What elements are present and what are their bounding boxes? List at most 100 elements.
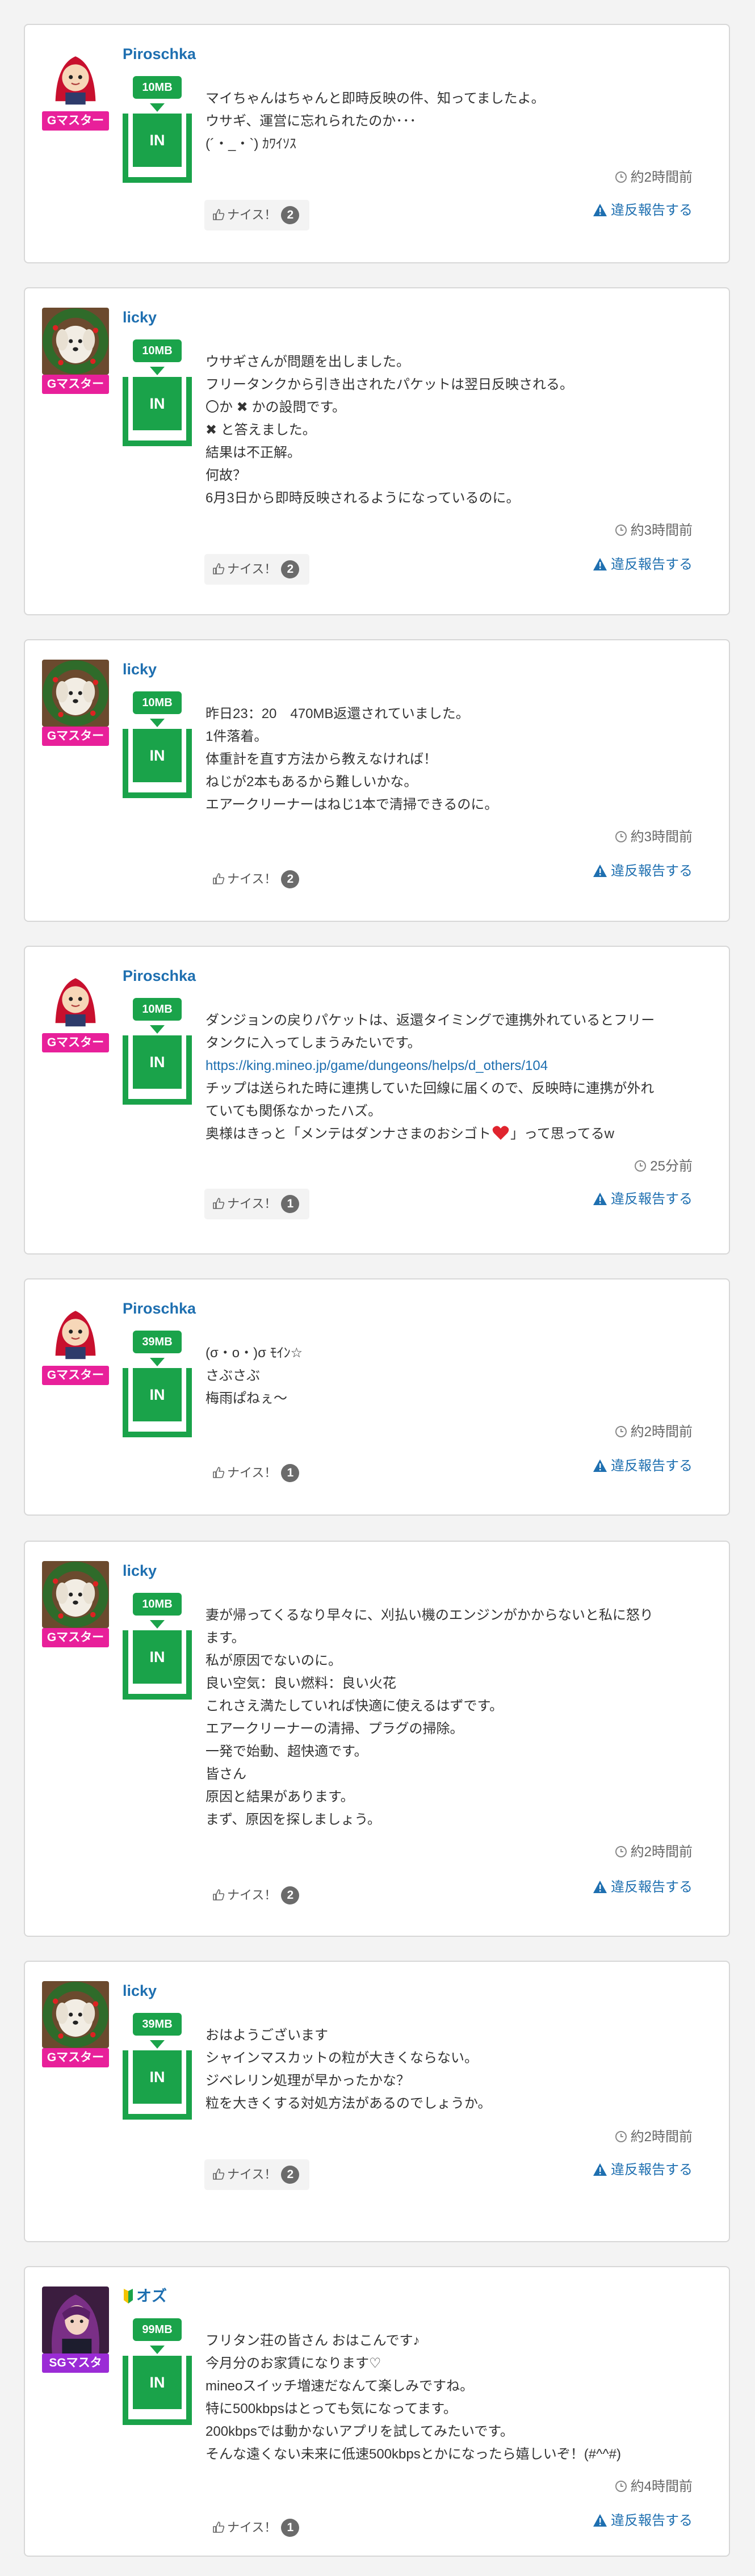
thumbs-up-icon <box>213 873 225 884</box>
comment-card: Gマスター licky 10MB IN ウサギさんが問題を出しました。 フリータ… <box>24 287 730 615</box>
nice-button[interactable]: ナイス！ 1 <box>204 1458 309 1488</box>
warning-icon <box>593 1881 607 1893</box>
nice-button[interactable]: ナイス！ 2 <box>204 864 309 895</box>
post-timestamp: 約2時間前 <box>615 1840 693 1860</box>
comment-line: フリタン荘の皆さん おはこんです♪ <box>205 2333 420 2348</box>
dog-avatar-image <box>42 308 109 375</box>
report-violation-link[interactable]: 違反報告する <box>593 1188 693 1207</box>
nice-button[interactable]: ナイス！ 1 <box>204 2512 309 2543</box>
in-label: IN <box>133 2050 182 2104</box>
in-label: IN <box>133 377 182 430</box>
comment-line: 原因と結果があります。 <box>205 1789 354 1805</box>
user-name[interactable]: licky <box>123 1561 157 1580</box>
packet-in-icon: IN <box>123 729 192 798</box>
nice-label: ナイス！ <box>227 562 277 576</box>
nice-button[interactable]: ナイス！ 2 <box>204 1880 309 1911</box>
nice-count-badge: 2 <box>281 1886 300 1904</box>
report-violation-link[interactable]: 違反報告する <box>593 859 693 879</box>
rank-badge: SGマスタ <box>42 2353 109 2373</box>
post-timestamp: 約2時間前 <box>615 2125 693 2145</box>
comment-line: さぶさぶ <box>205 1368 260 1383</box>
avatar[interactable] <box>42 1299 109 1366</box>
comment-line: 〇か ✖ かの設問です。 <box>205 400 346 415</box>
nice-count-badge: 1 <box>281 1464 300 1482</box>
user-name[interactable]: licky <box>123 1981 157 2000</box>
down-arrow-icon <box>150 2040 165 2049</box>
user-name[interactable]: licky <box>123 660 157 679</box>
packet-in-icon: IN <box>123 2050 192 2120</box>
nice-label: ナイス！ <box>227 2520 277 2535</box>
dungeon-help-link[interactable]: https://king.mineo.jp/game/dungeons/help… <box>205 1055 705 1077</box>
user-name[interactable]: オズ <box>123 2286 167 2306</box>
user-name[interactable]: licky <box>123 308 157 327</box>
comment-line: 梅雨ぱねぇ〜 <box>205 1391 287 1406</box>
timestamp-text: 約2時間前 <box>630 2129 693 2145</box>
in-label: IN <box>133 1630 182 1684</box>
user-name[interactable]: Piroschka <box>123 1299 196 1318</box>
clock-icon <box>615 1846 627 1857</box>
report-label: 違反報告する <box>611 1879 693 1895</box>
comment-line: 良い空気：良い燃料：良い火花 <box>205 1676 396 1691</box>
timestamp-text: 約2時間前 <box>630 1844 693 1860</box>
post-timestamp: 25分前 <box>634 1155 693 1174</box>
warning-icon <box>593 204 607 216</box>
comment-line: おはようございます <box>205 2028 328 2043</box>
clock-icon <box>615 831 627 842</box>
report-violation-link[interactable]: 違反報告する <box>593 1876 693 1895</box>
nice-label: ナイス！ <box>227 1197 277 1211</box>
packet-amount-badge: 99MB <box>133 2318 182 2341</box>
nice-count-badge: 2 <box>281 2166 300 2184</box>
warning-icon <box>593 1193 607 1205</box>
comment-line: 200kbpsでは動かないアプリを試してみたいです。 <box>205 2424 514 2439</box>
report-violation-link[interactable]: 違反報告する <box>593 199 693 219</box>
rank-badge: Gマスター <box>42 1366 109 1385</box>
avatar[interactable] <box>42 966 109 1033</box>
comment-line: タンクに入ってしまうみたいです。 <box>205 1035 421 1051</box>
user-name[interactable]: Piroschka <box>123 44 196 64</box>
comment-line: 体重計を直す方法から教えなければ！ <box>205 752 437 767</box>
report-label: 違反報告する <box>611 2513 693 2528</box>
avatar[interactable] <box>42 1981 109 2048</box>
down-arrow-icon <box>150 2346 165 2354</box>
nice-count-badge: 1 <box>281 1195 300 1213</box>
packet-in-icon: IN <box>123 1368 192 1437</box>
rank-badge: Gマスター <box>42 727 109 746</box>
avatar[interactable] <box>42 660 109 727</box>
packet-amount-badge: 10MB <box>133 691 182 714</box>
down-arrow-icon <box>150 1358 165 1366</box>
warning-icon <box>593 558 607 570</box>
comment-card: Gマスター licky 10MB IN 妻が帰ってくるなり早々に、刈払い機のエン… <box>24 1541 730 1937</box>
comment-card: Gマスター Piroschka 10MB IN マイちゃんはちゃんと即時反映の件… <box>24 24 730 263</box>
comment-line: これさえ満たしていれば快適に使えるはずです。 <box>205 1698 504 1714</box>
avatar[interactable] <box>42 308 109 375</box>
nice-button[interactable]: ナイス！ 2 <box>204 554 310 585</box>
report-violation-link[interactable]: 違反報告する <box>593 2158 693 2178</box>
comment-body: マイちゃんはちゃんと即時反映の件、知ってましたよ。 ウサギ、運営に忘れられたのか… <box>205 87 705 156</box>
clock-icon <box>615 2131 627 2142</box>
thumbs-up-icon <box>213 563 225 574</box>
nice-button[interactable]: ナイス！ 2 <box>204 2159 310 2190</box>
report-label: 違反報告する <box>611 1191 693 1207</box>
nice-button[interactable]: ナイス！ 2 <box>204 200 310 230</box>
comment-card: SGマスタ オズ 99MB IN フリタン荘の皆さん おはこんです♪ 今月分のお… <box>24 2266 730 2557</box>
report-violation-link[interactable]: 違反報告する <box>593 2509 693 2529</box>
heart-line-before: 奥様はきっと「メンテはダンナさまのおシゴト <box>205 1126 492 1142</box>
report-violation-link[interactable]: 違反報告する <box>593 1454 693 1474</box>
comment-line: フリータンクから引き出されたパケットは翌日反映される。 <box>205 377 573 392</box>
down-arrow-icon <box>150 1025 165 1034</box>
clock-icon <box>635 1160 647 1172</box>
thumbs-up-icon <box>213 1198 225 1209</box>
comment-line: 一発で始動、超快適です。 <box>205 1744 368 1759</box>
packet-amount-badge: 39MB <box>133 1331 182 1353</box>
user-name[interactable]: Piroschka <box>123 966 196 985</box>
timestamp-text: 約2時間前 <box>630 1424 693 1440</box>
comment-line: 妻が帰ってくるなり早々に、刈払い機のエンジンがかからないと私に怒り <box>205 1608 653 1623</box>
nice-label: ナイス！ <box>227 872 277 886</box>
report-label: 違反報告する <box>611 1458 693 1474</box>
report-label: 違反報告する <box>611 557 693 572</box>
report-violation-link[interactable]: 違反報告する <box>593 553 693 573</box>
avatar[interactable] <box>42 2286 109 2353</box>
avatar[interactable] <box>42 44 109 111</box>
nice-button[interactable]: ナイス！ 1 <box>204 1189 310 1219</box>
avatar[interactable] <box>42 1561 109 1628</box>
